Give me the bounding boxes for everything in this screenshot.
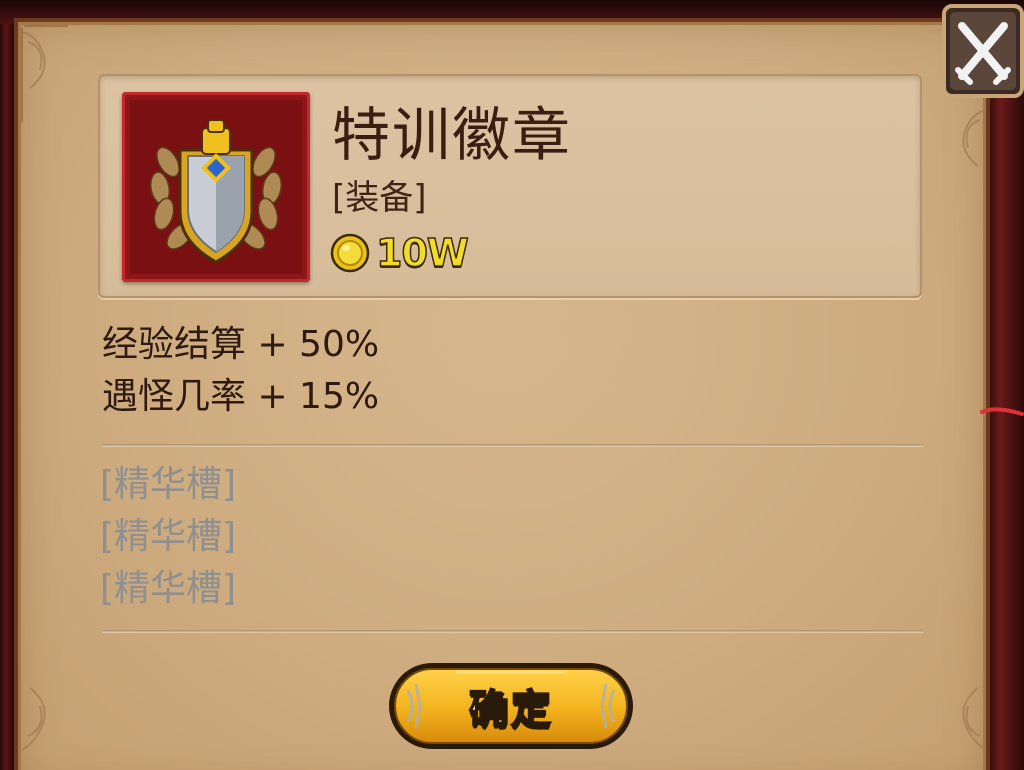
price-row: 10W xyxy=(330,228,470,278)
red-edge-mark xyxy=(980,407,1024,416)
stat-line-encounter: 遇怪几率 + 15% xyxy=(102,376,380,417)
crossed-swords-close-icon[interactable] xyxy=(938,0,1024,102)
stat-line-exp: 经验结算 + 50% xyxy=(102,324,380,365)
item-price: 10W xyxy=(375,230,469,276)
item-type-label: [装备] xyxy=(332,178,427,218)
confirm-button[interactable]: 确定 xyxy=(386,660,636,752)
gold-coin-icon xyxy=(330,233,370,273)
item-name: 特训徽章 xyxy=(332,101,573,169)
essence-slot[interactable]: [精华槽] xyxy=(100,462,236,508)
item-icon-frame xyxy=(122,92,310,282)
confirm-button-label: 确定 xyxy=(468,686,553,734)
shield-laurel-badge-icon xyxy=(149,119,283,264)
game-screen: 特训徽章 [装备] 10W 经验结算 + 50% 遇怪几率 + 15% [精华槽… xyxy=(0,0,1024,770)
divider-bottom xyxy=(102,630,924,633)
essence-slot[interactable]: [精华槽] xyxy=(100,514,236,560)
divider-top xyxy=(102,444,924,447)
essence-slot[interactable]: [精华槽] xyxy=(100,566,236,612)
